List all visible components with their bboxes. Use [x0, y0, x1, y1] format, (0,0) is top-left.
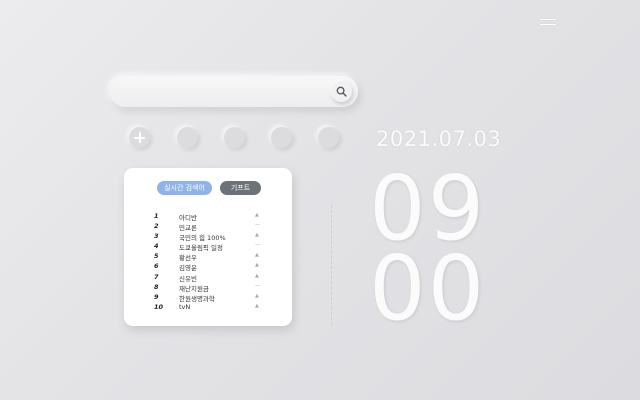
- trend-indicator: ▲: [255, 252, 259, 259]
- rank-number: 6: [154, 262, 159, 271]
- search-input[interactable]: [122, 82, 326, 103]
- trending-list: 1 아디반 ▲ 2 민교론 — 3 국민의 힘 100% ▲ 4 도쿄올림픽 일정 — 5 황선우…: [149, 211, 269, 312]
- trending-item[interactable]: 2 민교론 —: [149, 221, 269, 232]
- trending-item[interactable]: 8 재난지원금 —: [149, 282, 269, 293]
- trend-indicator: —: [255, 242, 260, 249]
- rank-keyword: tvN: [179, 302, 191, 311]
- trending-item[interactable]: 5 황선우 ▲: [149, 251, 269, 262]
- search-button[interactable]: [331, 81, 352, 102]
- trending-item[interactable]: 1 아디반 ▲: [149, 211, 269, 222]
- hamburger-menu-icon[interactable]: [540, 19, 556, 29]
- clock-minutes: 00: [369, 236, 487, 340]
- rank-number: 1: [154, 212, 159, 220]
- rank-number: 10: [154, 302, 164, 311]
- trend-indicator: —: [255, 222, 260, 229]
- rank-number: 9: [154, 292, 159, 301]
- trend-indicator: ▲: [255, 272, 259, 279]
- divider: [331, 205, 332, 325]
- clock-date: 2021.07.03: [376, 127, 502, 151]
- rank-number: 2: [154, 222, 159, 231]
- tab-gift[interactable]: 기프트: [220, 181, 261, 195]
- trending-item[interactable]: 9 한원생명과학 ▲: [149, 292, 269, 303]
- rank-number: 3: [154, 232, 159, 241]
- trending-card: 실시간 검색어 기프트 1 아디반 ▲ 2 민교론 — 3 국민의 힘 100% ▲ 4 도쿄…: [124, 168, 292, 326]
- trend-indicator: —: [255, 282, 260, 289]
- rank-number: 7: [154, 272, 159, 281]
- trending-item[interactable]: 3 국민의 힘 100% ▲: [149, 231, 269, 242]
- rank-number: 5: [154, 252, 159, 261]
- rank-number: 8: [154, 282, 159, 291]
- shortcut-slot[interactable]: [271, 127, 292, 148]
- trending-item[interactable]: 6 김영윤 ▲: [149, 261, 269, 272]
- add-shortcut-button[interactable]: [129, 127, 150, 148]
- trend-indicator: ▲: [255, 262, 259, 269]
- trending-item[interactable]: 10 tvN ▲: [149, 302, 269, 312]
- tab-realtime-search[interactable]: 실시간 검색어: [157, 181, 212, 195]
- search-icon: [336, 86, 347, 97]
- shortcut-slot[interactable]: [318, 127, 339, 148]
- trending-item[interactable]: 7 신유빈 ▲: [149, 272, 269, 283]
- trending-item[interactable]: 4 도쿄올림픽 일정 —: [149, 241, 269, 252]
- shortcut-slot[interactable]: [224, 127, 245, 148]
- search-bar: [110, 76, 358, 107]
- shortcut-slot[interactable]: [177, 127, 198, 148]
- trend-indicator: ▲: [255, 212, 259, 218]
- rank-number: 4: [154, 242, 159, 251]
- trend-indicator: ▲: [255, 302, 259, 309]
- trend-indicator: ▲: [255, 292, 259, 299]
- trend-indicator: ▲: [255, 232, 259, 239]
